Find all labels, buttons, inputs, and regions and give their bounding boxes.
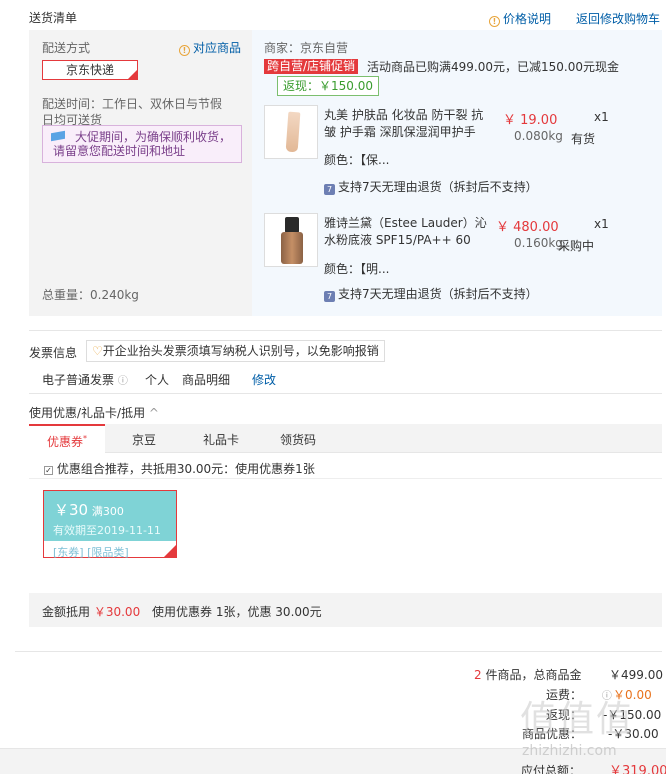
return-policy-text: 支持7天无理由退货（拆封后不支持） <box>338 287 538 301</box>
watermark-site: zhizhizhi.com <box>522 743 617 759</box>
item-price: ￥ 19.00 <box>503 113 558 128</box>
shipping-time: 配送时间：工作日、双休日与节假日均可送货 <box>42 97 223 127</box>
bottle-cap-icon <box>285 217 299 233</box>
item-price: ￥ 480.00 <box>496 220 559 235</box>
coupon-tab-bar <box>29 424 662 453</box>
divider <box>15 651 662 652</box>
coupon-summary-text: 使用优惠券 1张，优惠 30.00元 <box>152 605 322 619</box>
item-weight: 0.080kg <box>514 129 563 143</box>
recommend-text: 优惠组合推荐，共抵用30.00元：使用优惠券1张 <box>56 462 315 476</box>
goods-count-number: 2 <box>474 668 482 682</box>
item-weight: 0.160kg <box>514 236 563 250</box>
tab-jingdou[interactable]: 京豆 <box>132 431 156 448</box>
divider <box>29 330 662 331</box>
invoice-label: 发票信息 <box>29 346 78 360</box>
invoice-edit-link[interactable]: 修改 <box>252 371 276 388</box>
coupon-card[interactable]: ￥30 满300 有效期至2019-11-11 [东券] [限品类] <box>43 490 177 559</box>
watermark-logo: 值值值 <box>520 699 635 740</box>
promo-text: 活动商品已购满499.00元，已减150.00元现金 <box>367 60 619 74</box>
return-icon: 7 <box>324 291 335 302</box>
location-pin-icon: ♡ <box>92 344 103 358</box>
price-note-label: 价格说明 <box>503 12 552 26</box>
promo-notice-text: 大促期间，为确保顺利收货，请留意您配送时间和地址 <box>53 130 232 158</box>
tab-coupon[interactable]: 优惠券* <box>29 424 105 454</box>
section-title: 送货清单 <box>29 11 78 25</box>
tab-gift-card[interactable]: 礼品卡 <box>203 431 239 448</box>
item-name[interactable]: 丸美 护肤品 化妆品 防干裂 抗皱 护手霜 深肌保湿润甲护手 <box>324 107 494 141</box>
merchant-label: 商家：京东自营 <box>264 41 349 55</box>
payable-amount: ￥319.00 <box>609 764 666 774</box>
checkbox-checked-icon[interactable]: ✓ <box>44 466 53 475</box>
divider <box>29 393 662 394</box>
return-policy: 7 支持7天无理由退货（拆封后不支持） <box>324 285 538 302</box>
coupon-section-toggle[interactable]: 使用优惠/礼品卡/抵用 ^ <box>29 404 159 421</box>
invoice-content: 商品明细 <box>182 373 231 387</box>
item-name[interactable]: 雅诗兰黛（Estee Lauder）沁水粉底液 SPF15/PA++ 60 <box>324 215 489 249</box>
tab-coupon-label: 优惠券 <box>46 435 83 449</box>
help-icon[interactable]: ⓘ <box>118 376 128 387</box>
invoice-type-text: 电子普通发票 <box>42 373 115 387</box>
selected-corner-icon <box>128 70 137 79</box>
promo-tag: 跨自营/店铺促销 <box>264 59 359 74</box>
foundation-bottle-icon <box>281 232 303 264</box>
return-policy: 7 支持7天无理由退货（拆封后不支持） <box>324 178 538 195</box>
total-weight: 总重量：0.240kg <box>42 288 139 302</box>
rebate-badge: 返现：￥150.00 <box>277 76 379 96</box>
product-image-foundation[interactable] <box>264 213 318 267</box>
coupon-condition: 满300 <box>91 505 124 518</box>
promo-notice: 大促期间，为确保顺利收货，请留意您配送时间和地址 <box>42 125 242 163</box>
coupon-expiry: 有效期至2019-11-11 <box>53 524 161 537</box>
item-stock: 有货 <box>571 132 596 146</box>
goods-count-text: 件商品，总商品金 <box>485 668 582 682</box>
invoice-tip-text: 开企业抬头发票须填写纳税人识别号，以免影响报销 <box>102 344 379 358</box>
info-icon: ! <box>489 16 500 27</box>
price-note-link[interactable]: ! 价格说明 <box>489 10 551 27</box>
coupon-amount: ￥30 满300 <box>54 499 124 520</box>
goods-count: 2 件商品，总商品金 <box>474 666 581 683</box>
item-qty: x1 <box>594 110 609 124</box>
invoice-tip: ♡开企业抬头发票须填写纳税人识别号，以免影响报销 <box>86 340 385 362</box>
coupon-summary-label: 金额抵用 <box>42 605 91 619</box>
hand-cream-tube-icon <box>285 111 301 153</box>
back-to-cart-link[interactable]: 返回修改购物车 <box>576 10 660 27</box>
payable-label: 应付总额： <box>521 764 582 774</box>
goods-amount: ￥499.00 <box>609 668 663 682</box>
item-color: 颜色：【保... <box>324 153 390 167</box>
selected-corner-icon <box>164 545 176 557</box>
shipping-method-value: 京东快递 <box>65 63 114 77</box>
info-icon: ! <box>179 45 190 56</box>
item-stock: 采购中 <box>558 239 595 253</box>
item-color: 颜色：【明... <box>324 262 390 276</box>
invoice-title: 个人 <box>145 373 170 387</box>
invoice-type: 电子普通发票 ⓘ <box>42 371 128 388</box>
coupon-summary: 金额抵用 ￥30.00 使用优惠券 1张，优惠 30.00元 <box>42 603 322 620</box>
divider <box>29 478 662 479</box>
coupon-section-label: 使用优惠/礼品卡/抵用 <box>29 406 146 420</box>
return-icon: 7 <box>324 184 335 195</box>
chevron-up-icon: ^ <box>148 406 159 420</box>
return-policy-text: 支持7天无理由退货（拆封后不支持） <box>338 180 538 194</box>
coupon-summary-amount: ￥30.00 <box>93 605 141 619</box>
shipping-method-option[interactable]: 京东快递 <box>42 60 138 80</box>
item-qty: x1 <box>594 217 609 231</box>
shipping-method-label: 配送方式 <box>42 41 91 55</box>
coupon-tags: [东券] [限品类] <box>53 546 129 559</box>
match-goods-label: 对应商品 <box>193 41 242 55</box>
recommend-row[interactable]: ✓ 优惠组合推荐，共抵用30.00元：使用优惠券1张 <box>44 460 315 477</box>
product-image-hand-cream[interactable] <box>264 105 318 159</box>
tab-redeem-code[interactable]: 领货码 <box>280 431 316 448</box>
coupon-amount-value: ￥30 <box>54 501 89 519</box>
match-goods-link[interactable]: ! 对应商品 <box>179 39 241 56</box>
